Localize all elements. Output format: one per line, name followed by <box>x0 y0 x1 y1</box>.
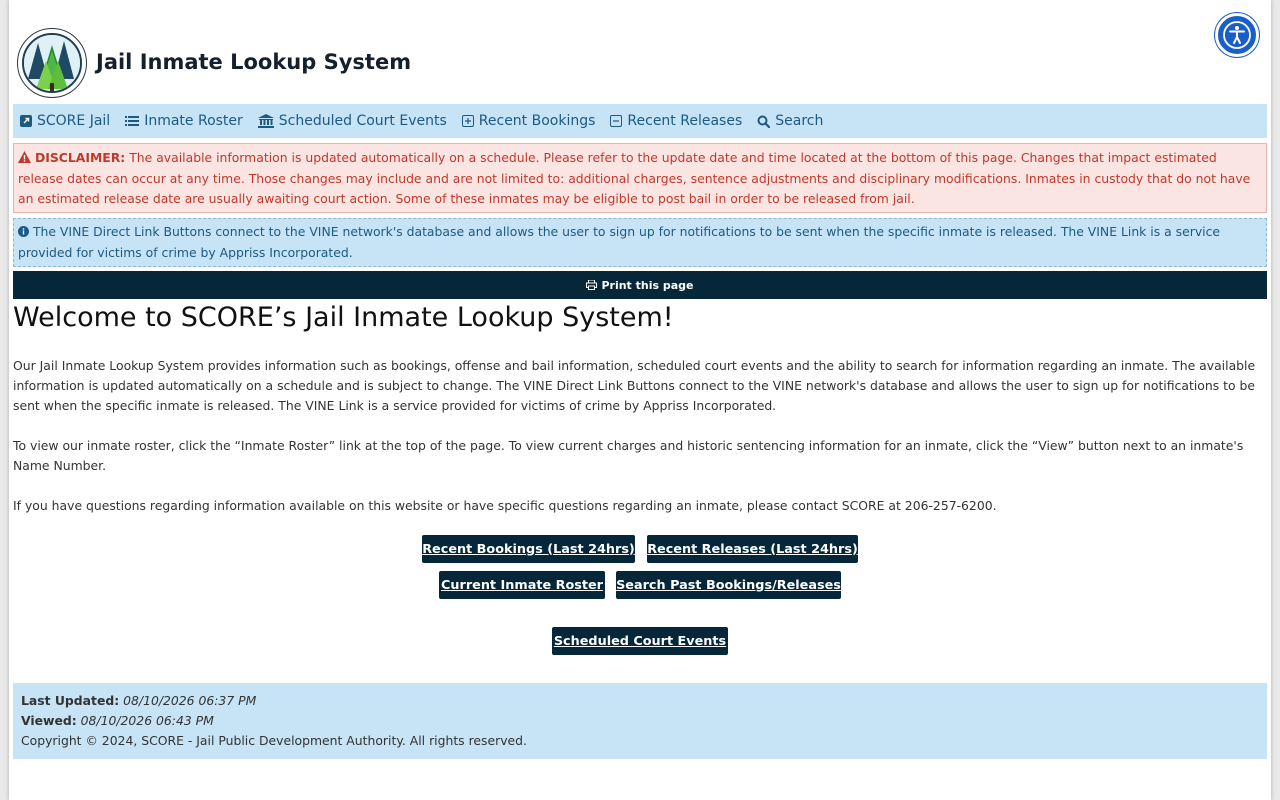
main-nav: SCORE Jail Inmate Roster Scheduled Court… <box>13 104 1267 138</box>
search-past-bookings-button[interactable]: Search Past Bookings/Releases <box>616 571 841 599</box>
nav-recent-bookings[interactable]: Recent Bookings <box>461 113 596 129</box>
last-updated-row: Last Updated: 08/10/2026 06:37 PM <box>21 691 1259 711</box>
print-page-button[interactable]: Print this page <box>13 271 1267 299</box>
nav-label: SCORE Jail <box>37 113 111 129</box>
site-header: Jail Inmate Lookup System <box>17 28 817 100</box>
nav-label: Search <box>775 113 824 129</box>
external-link-icon <box>20 115 32 127</box>
scheduled-court-events-button[interactable]: Scheduled Court Events <box>552 627 728 655</box>
print-label: Print this page <box>601 278 694 292</box>
warning-icon <box>18 149 31 169</box>
vine-info-text: The VINE Direct Link Buttons connect to … <box>18 224 1221 260</box>
roster-instructions-paragraph: To view our inmate roster, click the “In… <box>13 438 1244 473</box>
nav-label: Recent Bookings <box>478 113 596 129</box>
disclaimer-text: The available information is updated aut… <box>18 150 1251 206</box>
nav-recent-releases[interactable]: Recent Releases <box>610 113 742 129</box>
last-updated-label: Last Updated: <box>21 693 120 708</box>
intro-paragraph: Our Jail Inmate Lookup System provides i… <box>13 358 1256 413</box>
vine-info-alert: The VINE Direct Link Buttons connect to … <box>13 218 1267 267</box>
disclaimer-label: DISCLAIMER: <box>34 150 126 165</box>
score-logo[interactable] <box>17 28 87 98</box>
current-inmate-roster-button[interactable]: Current Inmate Roster <box>439 571 605 599</box>
site-title: Jail Inmate Lookup System <box>96 50 412 74</box>
site-footer: Last Updated: 08/10/2026 06:37 PM Viewed… <box>13 683 1267 759</box>
welcome-title: Welcome to SCORE’s Jail Inmate Lookup Sy… <box>13 302 674 333</box>
search-icon <box>757 115 771 128</box>
plus-square-icon <box>461 115 474 127</box>
nav-label: Recent Releases <box>627 113 743 129</box>
page-container: Jail Inmate Lookup System SCORE Jail Inm… <box>9 0 1271 800</box>
viewed-label: Viewed: <box>21 713 77 728</box>
contact-paragraph: If you have questions regarding informat… <box>13 498 997 513</box>
accessibility-icon <box>1223 21 1251 49</box>
printer-icon <box>586 280 598 290</box>
last-updated-value: 08/10/2026 06:37 PM <box>123 693 257 708</box>
nav-scheduled-court-events[interactable]: Scheduled Court Events <box>257 113 447 129</box>
nav-label: Inmate Roster <box>144 113 243 129</box>
nav-inmate-roster[interactable]: Inmate Roster <box>125 113 243 129</box>
viewed-value: 08/10/2026 06:43 PM <box>80 713 214 728</box>
nav-search[interactable]: Search <box>757 113 823 129</box>
nav-label: Scheduled Court Events <box>278 113 447 129</box>
minus-square-icon <box>610 115 623 127</box>
recent-releases-button[interactable]: Recent Releases (Last 24hrs) <box>647 535 858 563</box>
nav-score-jail[interactable]: SCORE Jail <box>20 113 110 129</box>
disclaimer-alert: DISCLAIMER: The available information is… <box>13 143 1267 213</box>
accessibility-button[interactable] <box>1215 13 1259 57</box>
list-icon <box>125 115 140 127</box>
copyright: Copyright © 2024, SCORE - Jail Public De… <box>21 733 527 748</box>
logo-trees-icon <box>22 33 82 93</box>
info-icon <box>18 223 29 243</box>
recent-bookings-button[interactable]: Recent Bookings (Last 24hrs) <box>422 535 635 563</box>
courthouse-icon <box>257 114 274 128</box>
viewed-row: Viewed: 08/10/2026 06:43 PM <box>21 711 1259 731</box>
